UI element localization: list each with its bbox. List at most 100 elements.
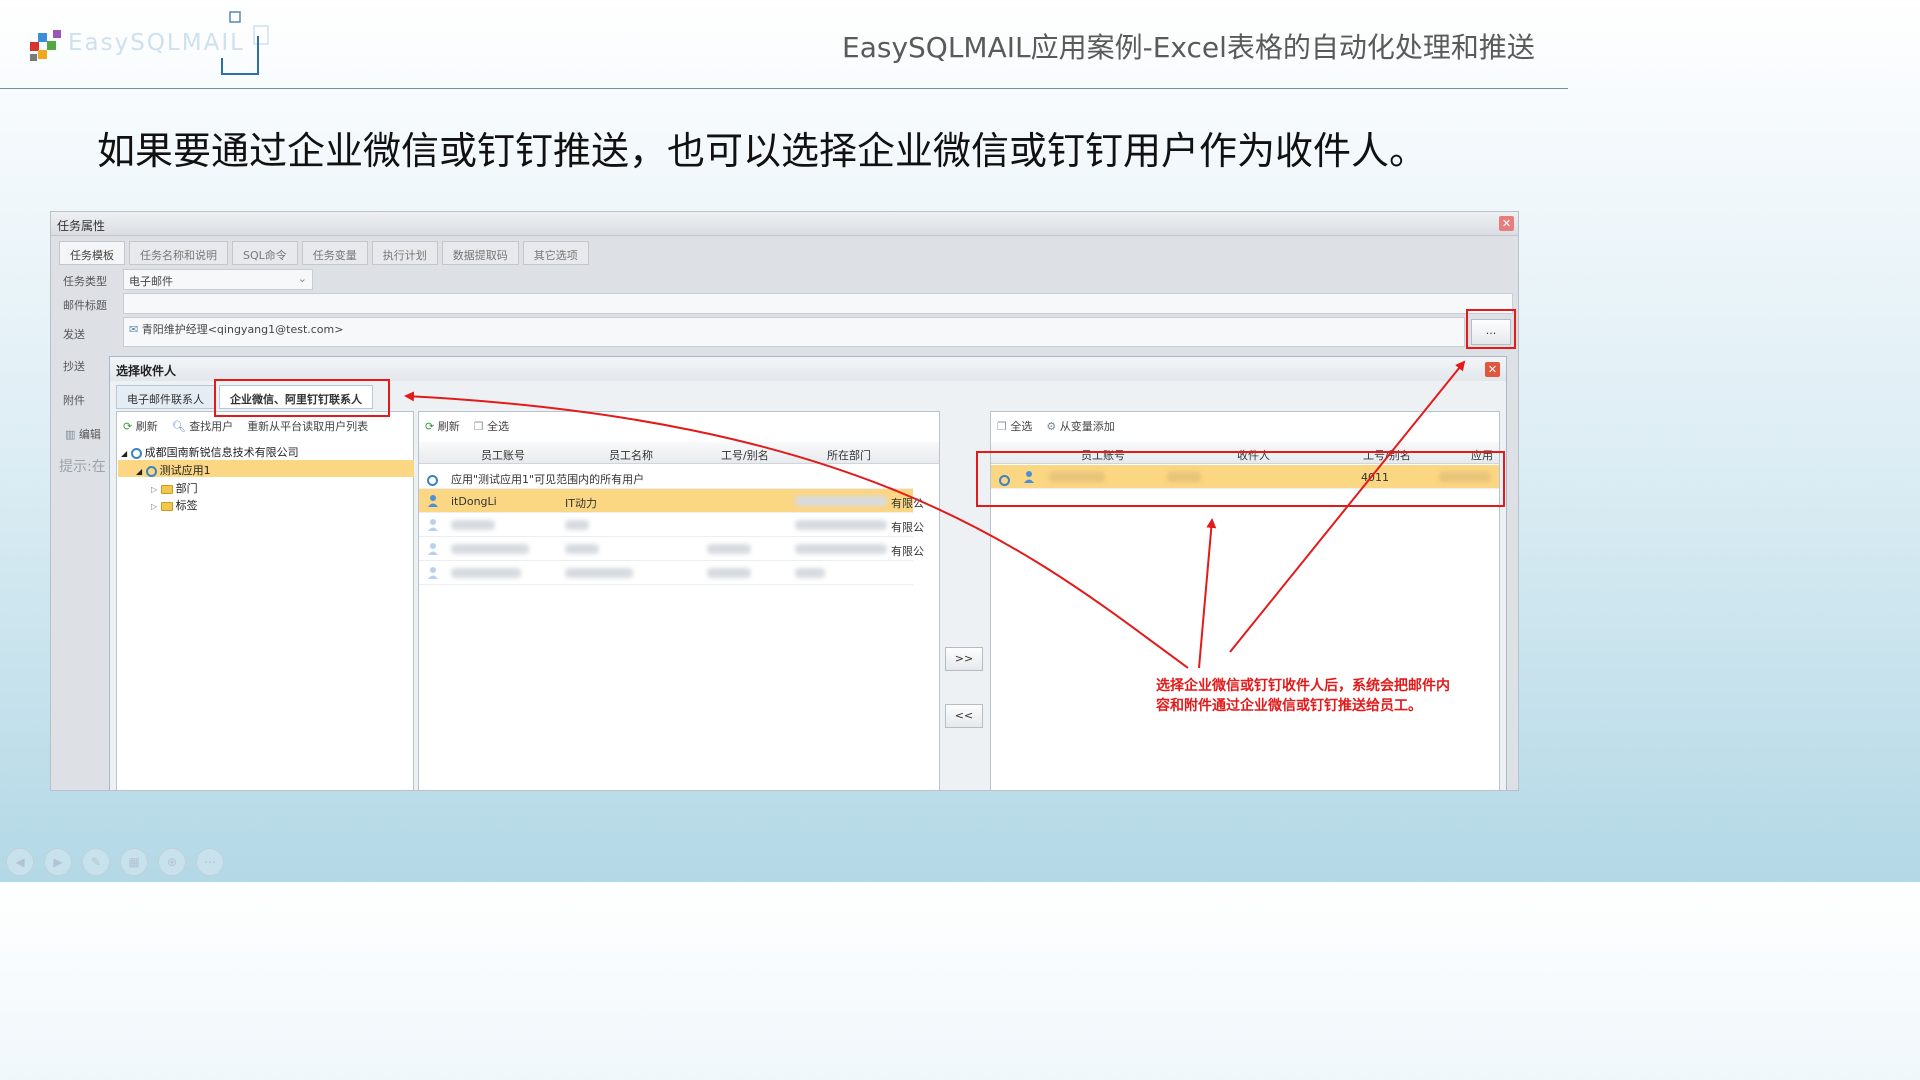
- find-user-button[interactable]: 🔍︎ 查找用户: [172, 420, 233, 433]
- user-dept-suffix: 有限公: [891, 521, 924, 534]
- mail-subject-input[interactable]: [123, 293, 1513, 314]
- send-recipients-field[interactable]: ✉ 青阳维护经理<qingyang1@test.com>: [123, 317, 1465, 347]
- redacted-alias: [707, 544, 751, 554]
- tree-node-departments[interactable]: ▷ 部门: [151, 480, 198, 496]
- attachment-label: 附件: [63, 394, 85, 407]
- org-icon: [130, 447, 142, 459]
- redacted-department: [795, 520, 887, 530]
- table-row[interactable]: [419, 561, 913, 585]
- task-type-select[interactable]: 电子邮件 ⌄: [123, 269, 313, 290]
- cc-label: 抄送: [63, 360, 85, 373]
- table-row[interactable]: 应用"测试应用1"可见范围内的所有用户: [419, 465, 913, 489]
- pen-icon[interactable]: ✎: [82, 848, 110, 876]
- logo-icon: [30, 30, 61, 61]
- tab-schedule[interactable]: 执行计划: [371, 241, 438, 265]
- window-title: 任务属性: [57, 219, 106, 233]
- slide-subtitle: 如果要通过企业微信或钉钉推送，也可以选择企业微信或钉钉用户作为收件人。: [97, 129, 1428, 173]
- company-label: 成都国南新锐信息技术有限公司: [144, 446, 299, 459]
- gear-icon: ⚙: [1046, 420, 1057, 433]
- slideshow-controls: ◀ ▶ ✎ ▦ ⊕ ⋯: [6, 848, 224, 876]
- tree-node-tags[interactable]: ▷ 标签: [151, 497, 198, 513]
- add-recipient-button[interactable]: >>: [945, 647, 983, 671]
- select-all-users-button[interactable]: ❐ 全选: [474, 420, 509, 433]
- slides-grid-icon[interactable]: ▦: [120, 848, 148, 876]
- redacted-department: [795, 568, 825, 578]
- edit-icon: ▥: [65, 428, 76, 441]
- expand-triangle-icon: ▷: [151, 485, 158, 494]
- table-row[interactable]: 有限公: [419, 513, 924, 537]
- redacted-name: [565, 568, 633, 578]
- tree-node-app[interactable]: ◢ 测试应用1: [118, 460, 414, 477]
- highlight-wecom-tab: [214, 379, 390, 417]
- find-user-label: 查找用户: [189, 420, 234, 433]
- edit-button[interactable]: ▥ 编辑: [65, 426, 101, 442]
- tab-sql-command[interactable]: SQL命令: [232, 241, 298, 265]
- refresh-button[interactable]: ⟳ 刷新: [123, 420, 158, 433]
- user-icon: [428, 543, 438, 555]
- user-dept-suffix: 有限公: [891, 497, 924, 510]
- previous-slide-icon[interactable]: ◀: [6, 848, 34, 876]
- add-from-variable-button[interactable]: ⚙ 从变量添加: [1046, 420, 1114, 433]
- departments-label: 部门: [175, 482, 198, 495]
- user-icon: [428, 495, 438, 507]
- redacted-name: [565, 520, 589, 530]
- right-toolbar: ❐ 全选 ⚙ 从变量添加: [997, 418, 1115, 434]
- app-icon: [145, 465, 157, 477]
- select-all-icon: ❐: [473, 420, 484, 433]
- select-recipients-dialog: 选择收件人 ✕ 电子邮件联系人 企业微信、阿里钉钉联系人 ⟳ 刷新 🔍︎ 查找用…: [109, 356, 1507, 790]
- logo-bracket-decoration: [221, 11, 269, 75]
- col-department: 所在部门: [827, 449, 871, 462]
- dialog-title: 选择收件人: [116, 364, 177, 378]
- app-label: 测试应用1: [159, 464, 211, 477]
- col-alias: 工号/别名: [721, 449, 769, 462]
- tab-email-contacts[interactable]: 电子邮件联系人: [116, 385, 215, 409]
- user-icon: [428, 519, 438, 531]
- org-tree-pane: ⟳ 刷新 🔍︎ 查找用户 重新从平台读取用户列表 ◢ 成都国南新锐信息技术有限公…: [116, 411, 414, 790]
- hint-text: 提示:在: [59, 459, 106, 475]
- table-row[interactable]: 有限公: [419, 537, 924, 561]
- redacted-name: [565, 544, 599, 554]
- reload-users-button[interactable]: 重新从平台读取用户列表: [247, 420, 368, 433]
- middle-toolbar: ⟳ 刷新 ❐ 全选: [425, 418, 509, 434]
- table-row[interactable]: itDongLi IT动力 有限公: [419, 489, 924, 513]
- mail-subject-label: 邮件标题: [63, 299, 107, 312]
- dialog-close-icon[interactable]: ✕: [1485, 362, 1500, 377]
- folder-icon: [160, 484, 173, 494]
- more-options-icon[interactable]: ⋯: [196, 848, 224, 876]
- annotation-text: 选择企业微信或钉钉收件人后，系统会把邮件内容和附件通过企业微信或钉钉推送给员工。: [1156, 678, 1450, 714]
- redacted-alias: [707, 568, 751, 578]
- tab-task-name[interactable]: 任务名称和说明: [129, 241, 228, 265]
- redacted-account: [451, 544, 529, 554]
- next-slide-icon[interactable]: ▶: [44, 848, 72, 876]
- refresh-icon: ⟳: [425, 420, 435, 433]
- dialog-titlebar: 选择收件人: [110, 357, 1506, 381]
- tab-task-variables[interactable]: 任务变量: [301, 241, 368, 265]
- tags-label: 标签: [175, 499, 198, 512]
- remove-recipient-button[interactable]: <<: [945, 704, 983, 728]
- tree-node-company[interactable]: ◢ 成都国南新锐信息技术有限公司: [121, 444, 299, 460]
- user-icon: [428, 567, 438, 579]
- col-account: 员工账号: [481, 449, 525, 462]
- tab-extract-code[interactable]: 数据提取码: [441, 241, 519, 265]
- refresh-users-button[interactable]: ⟳ 刷新: [425, 420, 460, 433]
- refresh-label: 刷新: [437, 420, 460, 433]
- send-recipient-value: 青阳维护经理<qingyang1@test.com>: [141, 323, 344, 336]
- select-all-label: 全选: [1010, 420, 1033, 433]
- search-icon: 🔍︎: [171, 420, 186, 433]
- window-titlebar: 任务属性: [51, 212, 1518, 236]
- users-table-header: 员工账号 员工名称 工号/别名 所在部门: [419, 442, 939, 464]
- collapse-triangle-icon: ◢: [136, 467, 143, 476]
- user-account: itDongLi: [451, 495, 497, 508]
- col-name: 员工名称: [609, 449, 653, 462]
- window-close-icon[interactable]: ✕: [1499, 216, 1514, 231]
- select-all-recipients-button[interactable]: ❐ 全选: [997, 420, 1032, 433]
- refresh-label: 刷新: [135, 420, 158, 433]
- task-type-value: 电子邮件: [129, 275, 173, 288]
- zoom-icon[interactable]: ⊕: [158, 848, 186, 876]
- select-all-icon: ❐: [997, 420, 1007, 433]
- tab-other-options[interactable]: 其它选项: [522, 241, 589, 265]
- header-divider: [0, 88, 1568, 89]
- redacted-department: [795, 544, 887, 554]
- all-users-text: 应用"测试应用1"可见范围内的所有用户: [451, 473, 645, 486]
- tab-task-template[interactable]: 任务模板: [59, 241, 125, 265]
